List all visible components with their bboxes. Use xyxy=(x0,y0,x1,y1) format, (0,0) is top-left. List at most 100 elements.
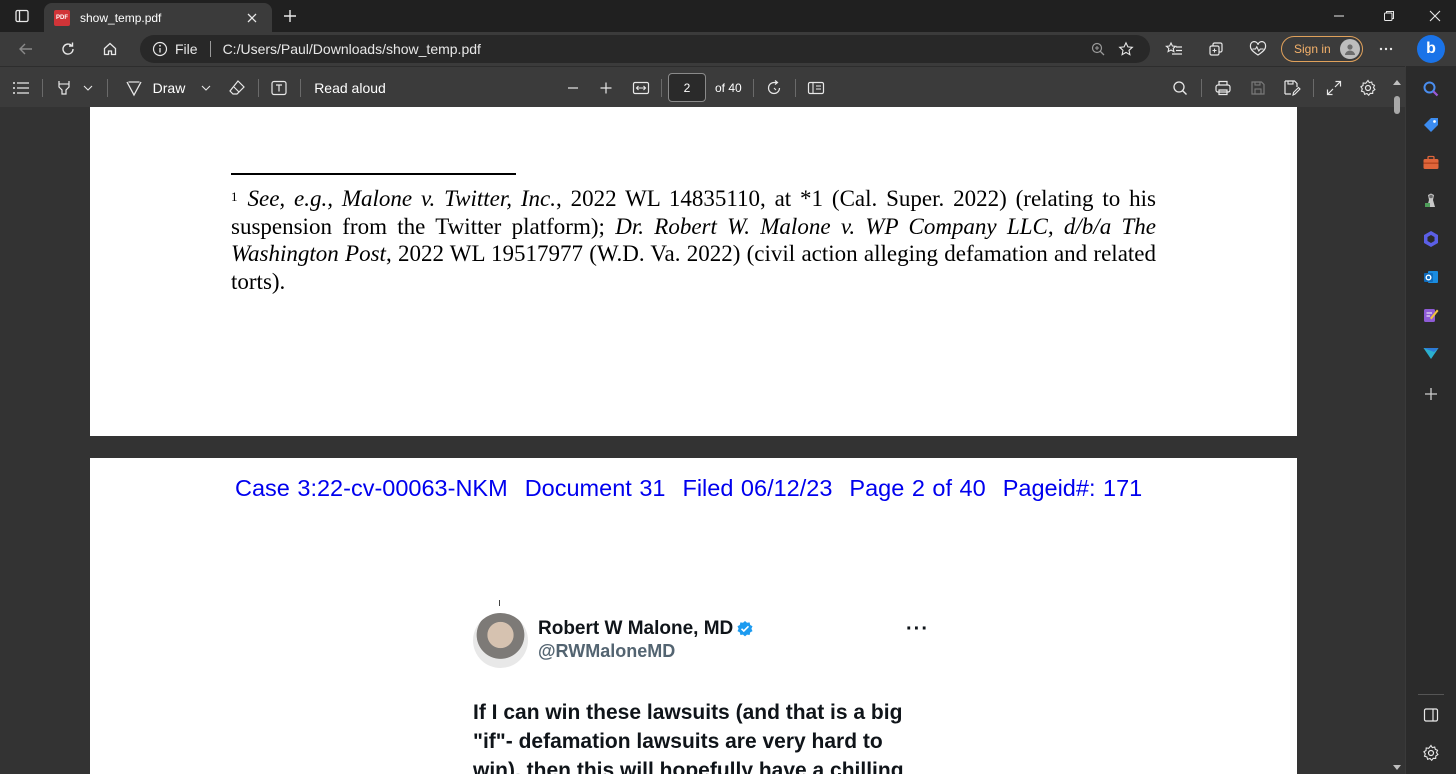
chevron-down-icon xyxy=(201,85,211,91)
drop-icon xyxy=(1423,348,1439,359)
hide-sidebar-button[interactable] xyxy=(1418,702,1444,728)
full-screen-button[interactable] xyxy=(1321,75,1347,101)
text-box-icon xyxy=(271,80,287,96)
fit-width-icon xyxy=(632,81,650,95)
footnote-eg: , e.g., xyxy=(279,186,342,211)
toolbar-divider xyxy=(1201,79,1202,97)
pdf-viewer[interactable]: 1 See, e.g., Malone v. Twitter, Inc., 202… xyxy=(0,107,1405,774)
expand-icon xyxy=(1326,80,1342,96)
read-aloud-button[interactable]: Read aloud xyxy=(308,75,392,101)
close-tab-button[interactable] xyxy=(242,8,262,28)
sign-in-button[interactable]: Sign in xyxy=(1281,36,1363,62)
copilot-app-icon xyxy=(1424,231,1438,247)
save-button[interactable] xyxy=(1245,75,1271,101)
favorites-button[interactable] xyxy=(1160,36,1188,62)
address-bar[interactable]: File C:/Users/Paul/Downloads/show_temp.p… xyxy=(140,35,1150,63)
toolbar-divider xyxy=(42,79,43,97)
sidebar-drop-button[interactable] xyxy=(1418,340,1444,366)
home-button[interactable] xyxy=(96,36,124,62)
page-indicator: Page 2 of 40 xyxy=(849,475,986,501)
sidebar-tools-button[interactable] xyxy=(1418,150,1444,176)
settings-icon xyxy=(1423,744,1439,762)
copilot-button[interactable]: b xyxy=(1417,35,1445,63)
contents-button[interactable] xyxy=(8,75,34,101)
page-number-input[interactable]: 2 xyxy=(668,73,706,102)
footnote-separator xyxy=(231,173,516,175)
minimize-button[interactable] xyxy=(1316,0,1362,32)
footnote-case-1: Malone v. Twitter, Inc. xyxy=(341,186,557,211)
zoom-out-button[interactable] xyxy=(560,75,586,101)
navigation-bar: File C:/Users/Paul/Downloads/show_temp.p… xyxy=(0,32,1456,66)
print-button[interactable] xyxy=(1210,75,1236,101)
page-view-button[interactable] xyxy=(803,75,829,101)
vertical-scrollbar[interactable] xyxy=(1390,76,1404,774)
scroll-down-arrow-icon[interactable] xyxy=(1393,765,1401,770)
active-tab[interactable]: PDF show_temp.pdf xyxy=(44,3,272,32)
chevron-down-icon xyxy=(83,85,93,91)
zoom-button[interactable] xyxy=(1084,37,1112,61)
toolbox-icon xyxy=(1423,155,1439,169)
close-icon xyxy=(247,13,257,22)
erase-button[interactable] xyxy=(224,75,250,101)
back-button[interactable] xyxy=(12,36,40,62)
collections-button[interactable] xyxy=(1202,36,1230,62)
copilot-icon: b xyxy=(1426,40,1436,57)
zoom-icon xyxy=(1091,42,1105,56)
zoom-in-button[interactable] xyxy=(593,75,619,101)
url-text[interactable]: C:/Users/Paul/Downloads/show_temp.pdf xyxy=(223,41,1084,57)
sidebar-settings-button[interactable] xyxy=(1418,740,1444,766)
rotate-button[interactable] xyxy=(761,75,787,101)
toolbar-divider xyxy=(1313,79,1314,97)
tweet-author-name: Robert W Malone, MD xyxy=(538,618,734,639)
outlook-icon xyxy=(1424,271,1438,283)
settings-more-button[interactable] xyxy=(1372,36,1400,62)
sidebar-copilot-button[interactable] xyxy=(1418,226,1444,252)
games-icon xyxy=(1425,193,1435,207)
tweet-avatar xyxy=(473,613,528,668)
sidebar-divider xyxy=(1418,694,1444,695)
site-info-button[interactable]: File xyxy=(152,41,198,57)
find-button[interactable] xyxy=(1167,75,1193,101)
browser-essentials-button[interactable] xyxy=(1244,36,1272,62)
toolbar-divider xyxy=(107,79,108,97)
draw-options-button[interactable] xyxy=(196,75,216,101)
sidebar-designer-button[interactable] xyxy=(1418,302,1444,328)
sidebar-shopping-button[interactable] xyxy=(1418,112,1444,138)
rotate-icon xyxy=(767,80,781,95)
pdf-settings-button[interactable] xyxy=(1355,75,1381,101)
add-icon xyxy=(1425,388,1437,400)
sidebar-search-button[interactable] xyxy=(1418,76,1444,102)
scroll-up-arrow-icon[interactable] xyxy=(1393,80,1401,85)
draw-button[interactable]: Draw xyxy=(122,75,188,101)
sidebar-games-button[interactable] xyxy=(1418,188,1444,214)
collections-icon xyxy=(1209,42,1223,56)
add-text-button[interactable] xyxy=(266,75,292,101)
minus-icon xyxy=(568,87,578,89)
new-tab-button[interactable] xyxy=(278,4,302,28)
restore-button[interactable] xyxy=(1366,0,1412,32)
highlight-button[interactable] xyxy=(50,75,98,101)
sidebar-outlook-button[interactable] xyxy=(1418,264,1444,290)
highlighter-icon xyxy=(58,81,70,95)
page-id: Pageid#: 171 xyxy=(1002,475,1143,501)
refresh-button[interactable] xyxy=(54,36,82,62)
pdf-page-2: Case 3:22-cv-00063-NKM Document 31 Filed 0… xyxy=(90,458,1297,774)
tweet-text: If I can win these lawsuits (and that is… xyxy=(473,701,904,774)
restore-icon xyxy=(1384,11,1394,21)
tab-actions-icon xyxy=(15,9,29,23)
sidebar-add-button[interactable] xyxy=(1418,381,1444,407)
save-icon xyxy=(1251,81,1265,95)
fit-width-button[interactable] xyxy=(628,75,654,101)
designer-icon xyxy=(1424,309,1439,322)
save-as-button[interactable] xyxy=(1279,75,1305,101)
toolbar-divider xyxy=(753,79,754,97)
favorite-button[interactable] xyxy=(1112,37,1140,61)
tab-actions-button[interactable] xyxy=(8,5,36,27)
eraser-icon xyxy=(229,80,245,95)
scroll-thumb[interactable] xyxy=(1394,96,1400,114)
heart-pulse-icon xyxy=(1249,41,1267,56)
sign-in-label: Sign in xyxy=(1294,42,1331,56)
close-window-button[interactable] xyxy=(1412,0,1456,32)
tab-strip: PDF show_temp.pdf xyxy=(0,0,1456,32)
edge-sidebar xyxy=(1405,66,1456,774)
